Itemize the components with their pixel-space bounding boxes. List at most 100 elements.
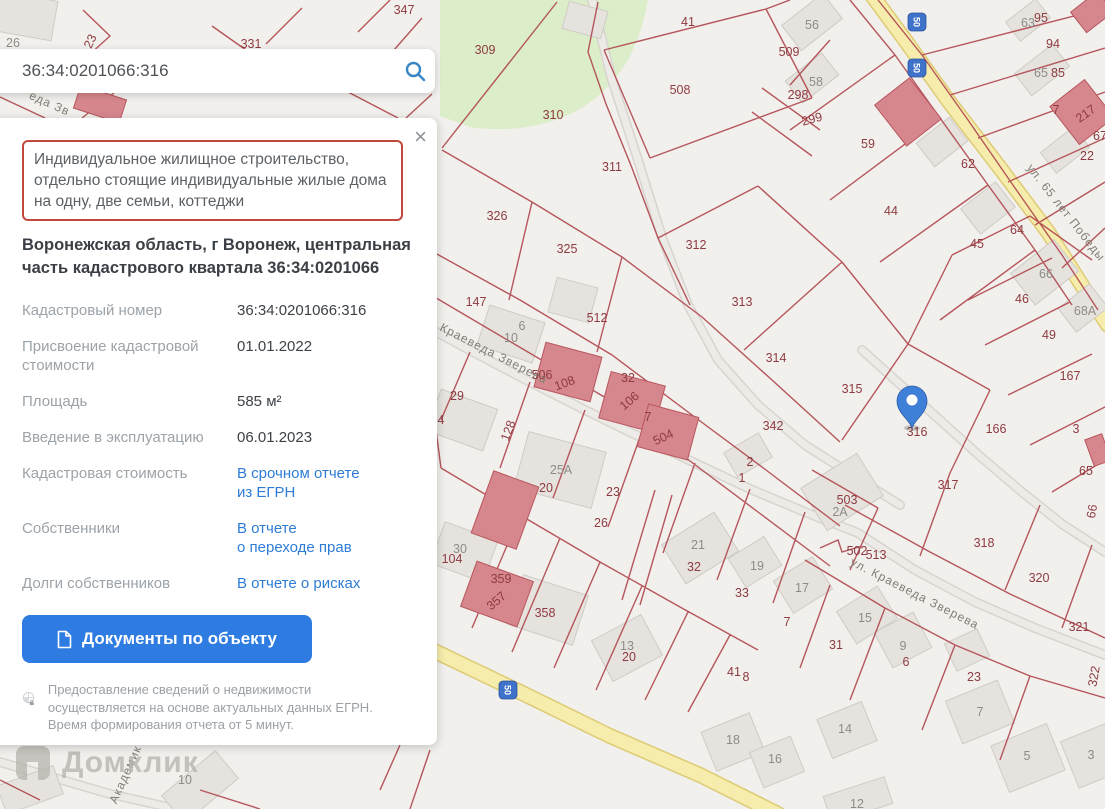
field-row: Кадастровый номер 36:34:0201066:316 <box>22 301 423 320</box>
field-value: 01.01.2022 <box>237 338 313 355</box>
field-row: Введение в эксплуатацию 06.01.2023 <box>22 428 423 447</box>
map-label: 3 <box>1073 422 1080 436</box>
map-label: 512 <box>587 311 608 325</box>
svg-text:50: 50 <box>503 685 513 695</box>
field-label: Присвоение кадастровой стоимости <box>22 338 199 374</box>
map-label: 14 <box>838 722 852 736</box>
map-label: 167 <box>1060 369 1081 383</box>
footnote: Предоставление сведений о недвижимости о… <box>22 681 412 734</box>
field-value: 585 м² <box>237 393 282 410</box>
map-label: 49 <box>1042 328 1056 342</box>
object-address: Воронежская область, г Воронеж, централь… <box>22 236 411 277</box>
map-label: 1 <box>739 471 746 485</box>
map-label: 6 <box>519 319 526 333</box>
map-label: 26 <box>6 36 20 50</box>
map-label: 8 <box>743 670 750 684</box>
map-label: 513 <box>866 548 887 562</box>
map-label: 6 <box>903 655 910 669</box>
map-label: 326 <box>487 209 508 223</box>
map-label: 32 <box>687 560 701 574</box>
map-label: 16 <box>768 752 782 766</box>
map-label: 56 <box>805 18 819 32</box>
field-value-link[interactable]: В отчете о рисках <box>237 574 423 593</box>
footnote-text: Предоставление сведений о недвижимости о… <box>47 682 373 732</box>
map-label: 347 <box>394 3 415 17</box>
map-label: 65 <box>1034 66 1048 80</box>
map-label: 20 <box>539 481 553 495</box>
map-label: 312 <box>686 238 707 252</box>
field-value-link[interactable]: В отчете о переходе прав <box>237 519 423 557</box>
map-label: 310 <box>543 108 564 122</box>
map-label: 46 <box>1015 292 1029 306</box>
map-label: 9 <box>900 639 907 653</box>
documents-button-label: Документы по объекту <box>82 629 277 648</box>
road-sign-icon: 50 <box>907 58 927 78</box>
map-label: 298 <box>788 88 809 102</box>
map-label: 320 <box>1029 571 1050 585</box>
field-value-link[interactable]: В срочном отчете из ЕГРН <box>237 464 423 502</box>
map-label: 15 <box>858 611 872 625</box>
map-label: 64 <box>1010 223 1024 237</box>
map-label: 65 <box>1079 464 1093 478</box>
map-label: 45 <box>970 237 984 251</box>
map-label: 314 <box>766 351 787 365</box>
close-icon[interactable]: × <box>414 126 427 148</box>
map-label: 5 <box>1024 749 1031 763</box>
map-label: 26 <box>594 516 608 530</box>
field-label: Площадь <box>22 393 88 410</box>
map-label: 68А <box>1074 304 1097 318</box>
map-label: 25А <box>550 463 573 477</box>
map-label: 85 <box>1051 66 1065 80</box>
map-label: 317 <box>938 478 959 492</box>
map-label: 29 <box>450 389 464 403</box>
map-label: 325 <box>557 242 578 256</box>
map-label: 33 <box>735 586 749 600</box>
map-label: 10 <box>178 773 192 787</box>
map-label: 4 <box>438 413 445 427</box>
map-label: 3 <box>1088 748 1095 762</box>
map-label: 17 <box>795 581 809 595</box>
field-value: 36:34:0201066:316 <box>237 302 367 319</box>
map-label: 509 <box>779 45 800 59</box>
map-label: 318 <box>974 536 995 550</box>
map-label: 58 <box>809 75 823 89</box>
map-label: 63 <box>1021 16 1035 30</box>
map-label: 41 <box>681 15 695 29</box>
map-label: 342 <box>763 419 784 433</box>
field-label: Введение в эксплуатацию <box>22 429 204 446</box>
map-label: 10 <box>504 331 518 345</box>
map-label: 31 <box>829 638 843 652</box>
map-label: 95 <box>1034 11 1048 25</box>
rosreestr-icon <box>22 692 35 706</box>
map-label: 311 <box>602 160 622 174</box>
map-label: 7 <box>645 410 652 424</box>
map-label: 359 <box>491 572 512 586</box>
documents-button[interactable]: Документы по объекту <box>22 615 312 663</box>
field-label: Кадастровая стоимость <box>22 465 188 482</box>
map-label: 2А <box>832 505 848 519</box>
road-sign-icon: 50 <box>907 12 927 32</box>
search-bar <box>0 49 435 93</box>
map-label: 94 <box>1046 37 1060 51</box>
map-label: 62 <box>961 157 975 171</box>
map-label: 321 <box>1069 620 1090 634</box>
field-row: Кадастровая стоимость В срочном отчете из… <box>22 464 423 502</box>
map-label: 358 <box>535 606 556 620</box>
road-sign-icon: 50 <box>498 680 518 700</box>
map-label: 502 <box>847 544 868 558</box>
map-label: 315 <box>842 382 863 396</box>
map-label: 309 <box>475 43 496 57</box>
svg-text:50: 50 <box>912 63 922 73</box>
field-label: Кадастровый номер <box>22 302 163 319</box>
map-label: 7 <box>977 705 984 719</box>
object-attributes: Кадастровый номер 36:34:0201066:316 Присво… <box>22 301 423 593</box>
map-label: 20 <box>622 650 636 664</box>
search-icon[interactable] <box>395 51 435 91</box>
map-label: 23 <box>606 485 620 499</box>
search-input[interactable] <box>0 61 395 81</box>
map-label: 67 <box>1093 129 1105 143</box>
map-label: 18 <box>726 733 740 747</box>
map-label: 508 <box>670 83 691 97</box>
map-label: 23 <box>967 670 981 684</box>
map-label: 7 <box>1053 103 1060 117</box>
